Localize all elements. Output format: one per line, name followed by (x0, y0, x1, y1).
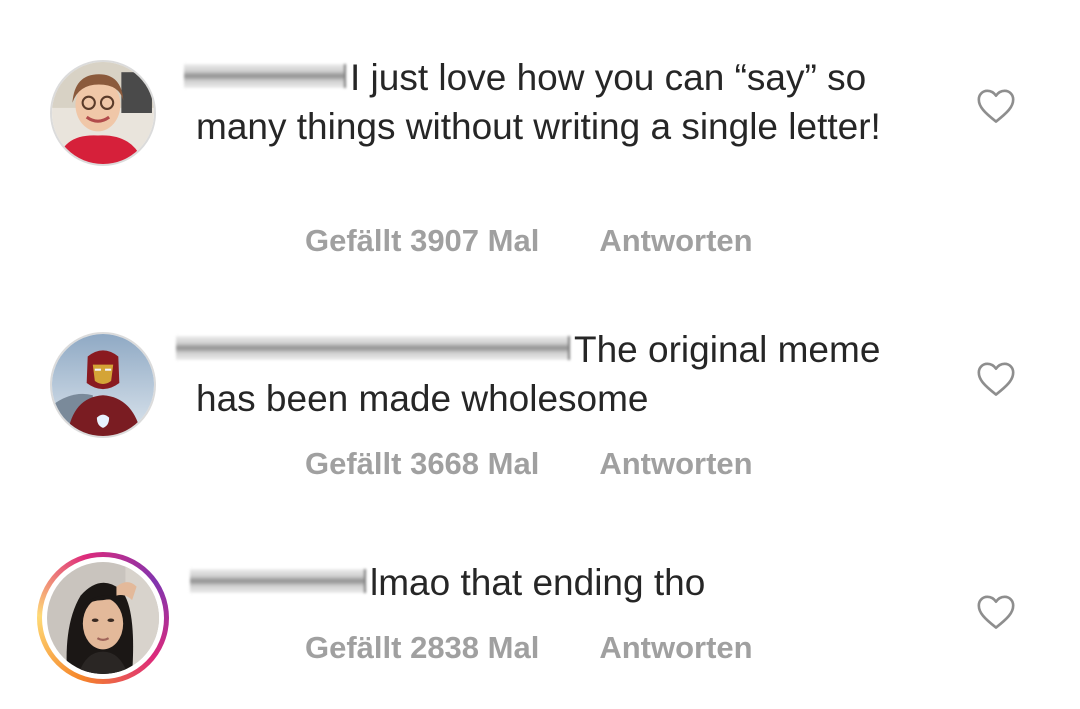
reply-button[interactable]: Antworten (599, 223, 752, 259)
heart-outline-icon (977, 89, 1015, 123)
like-count[interactable]: Gefällt 3907 Mal (305, 223, 539, 259)
like-button[interactable] (976, 88, 1016, 124)
like-button[interactable] (976, 594, 1016, 630)
user-avatar-icon (47, 562, 159, 674)
user-avatar[interactable] (50, 60, 156, 166)
reply-button[interactable]: Antworten (599, 446, 752, 482)
user-avatar (47, 562, 159, 674)
user-avatar[interactable] (50, 332, 156, 438)
comment-meta: Gefällt 3907 Mal Antworten (305, 223, 753, 259)
username-redacted[interactable] (190, 569, 366, 593)
like-button[interactable] (976, 361, 1016, 397)
comment-body: The original meme has been made wholesom… (176, 325, 936, 423)
username-redacted[interactable] (176, 336, 570, 360)
username-redacted[interactable] (184, 64, 346, 88)
heart-outline-icon (977, 595, 1015, 629)
comment-body: I just love how you can “say” so many th… (184, 53, 936, 151)
comment-meta: Gefällt 3668 Mal Antworten (305, 446, 753, 482)
avatar-ring-gap (42, 557, 164, 679)
user-avatar-icon (52, 62, 154, 164)
like-count[interactable]: Gefällt 3668 Mal (305, 446, 539, 482)
comment-body: lmao that ending tho (190, 558, 936, 607)
story-ring-avatar[interactable] (37, 552, 169, 684)
comment-text: lmao that ending tho (370, 562, 706, 603)
comment-meta: Gefällt 2838 Mal Antworten (305, 630, 753, 666)
reply-button[interactable]: Antworten (599, 630, 752, 666)
like-count[interactable]: Gefällt 2838 Mal (305, 630, 539, 666)
heart-outline-icon (977, 362, 1015, 396)
user-avatar-icon (52, 334, 154, 436)
